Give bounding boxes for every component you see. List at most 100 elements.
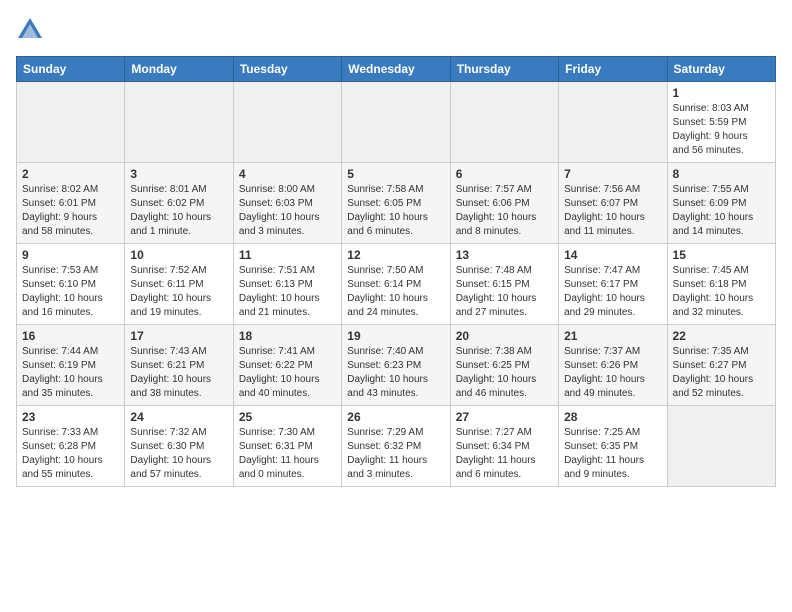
day-number: 17 (130, 329, 227, 343)
day-number: 4 (239, 167, 336, 181)
calendar-cell: 8 Sunrise: 7:55 AM Sunset: 6:09 PM Daylig… (667, 163, 775, 244)
day-number: 27 (456, 410, 553, 424)
calendar-cell: 13 Sunrise: 7:48 AM Sunset: 6:15 PM Dayli… (450, 244, 558, 325)
weekday-header-saturday: Saturday (667, 57, 775, 82)
day-number: 20 (456, 329, 553, 343)
calendar-cell (667, 406, 775, 487)
calendar-cell (450, 82, 558, 163)
day-number: 13 (456, 248, 553, 262)
weekday-header-wednesday: Wednesday (342, 57, 450, 82)
day-number: 25 (239, 410, 336, 424)
calendar-week-3: 16 Sunrise: 7:44 AM Sunset: 6:19 PM Dayli… (17, 325, 776, 406)
day-info: Sunrise: 7:38 AM Sunset: 6:25 PM Dayligh… (456, 345, 553, 401)
day-info: Sunrise: 7:25 AM Sunset: 6:35 PM Dayligh… (564, 426, 661, 482)
calendar-cell: 7 Sunrise: 7:56 AM Sunset: 6:07 PM Daylig… (559, 163, 667, 244)
day-info: Sunrise: 7:51 AM Sunset: 6:13 PM Dayligh… (239, 264, 336, 320)
calendar-header: SundayMondayTuesdayWednesdayThursdayFrid… (17, 57, 776, 82)
calendar-cell: 25Sunrise: 7:30 AM Sunset: 6:31 PM Dayli… (233, 406, 341, 487)
calendar-week-1: 2 Sunrise: 8:02 AM Sunset: 6:01 PM Daylig… (17, 163, 776, 244)
calendar-cell: 6 Sunrise: 7:57 AM Sunset: 6:06 PM Daylig… (450, 163, 558, 244)
calendar-cell: 4 Sunrise: 8:00 AM Sunset: 6:03 PM Daylig… (233, 163, 341, 244)
calendar-cell: 11 Sunrise: 7:51 AM Sunset: 6:13 PM Dayli… (233, 244, 341, 325)
day-info: Sunrise: 7:27 AM Sunset: 6:34 PM Dayligh… (456, 426, 553, 482)
day-info: Sunrise: 7:33 AM Sunset: 6:28 PM Dayligh… (22, 426, 119, 482)
weekday-header-monday: Monday (125, 57, 233, 82)
calendar-cell (559, 82, 667, 163)
day-info: Sunrise: 7:50 AM Sunset: 6:14 PM Dayligh… (347, 264, 444, 320)
calendar-cell: 26Sunrise: 7:29 AM Sunset: 6:32 PM Dayli… (342, 406, 450, 487)
day-info: Sunrise: 7:57 AM Sunset: 6:06 PM Dayligh… (456, 183, 553, 239)
day-number: 9 (22, 248, 119, 262)
day-info: Sunrise: 7:58 AM Sunset: 6:05 PM Dayligh… (347, 183, 444, 239)
calendar-cell: 2 Sunrise: 8:02 AM Sunset: 6:01 PM Daylig… (17, 163, 125, 244)
calendar-cell (233, 82, 341, 163)
calendar-cell: 5 Sunrise: 7:58 AM Sunset: 6:05 PM Daylig… (342, 163, 450, 244)
calendar-table: SundayMondayTuesdayWednesdayThursdayFrid… (16, 56, 776, 487)
calendar-cell: 12 Sunrise: 7:50 AM Sunset: 6:14 PM Dayli… (342, 244, 450, 325)
day-number: 5 (347, 167, 444, 181)
day-info: Sunrise: 7:47 AM Sunset: 6:17 PM Dayligh… (564, 264, 661, 320)
day-info: Sunrise: 7:53 AM Sunset: 6:10 PM Dayligh… (22, 264, 119, 320)
day-info: Sunrise: 7:56 AM Sunset: 6:07 PM Dayligh… (564, 183, 661, 239)
calendar-cell: 1 Sunrise: 8:03 AM Sunset: 5:59 PM Daylig… (667, 82, 775, 163)
calendar-cell: 27 Sunrise: 7:27 AM Sunset: 6:34 PM Dayli… (450, 406, 558, 487)
day-number: 23 (22, 410, 119, 424)
weekday-header-thursday: Thursday (450, 57, 558, 82)
day-info: Sunrise: 8:03 AM Sunset: 5:59 PM Dayligh… (673, 102, 770, 158)
calendar-cell: 24 Sunrise: 7:32 AM Sunset: 6:30 PM Dayli… (125, 406, 233, 487)
calendar-cell: 18Sunrise: 7:41 AM Sunset: 6:22 PM Dayli… (233, 325, 341, 406)
day-number: 3 (130, 167, 227, 181)
day-info: Sunrise: 7:48 AM Sunset: 6:15 PM Dayligh… (456, 264, 553, 320)
day-number: 7 (564, 167, 661, 181)
day-number: 19 (347, 329, 444, 343)
day-number: 12 (347, 248, 444, 262)
day-number: 2 (22, 167, 119, 181)
day-number: 18 (239, 329, 336, 343)
calendar-body: 1 Sunrise: 8:03 AM Sunset: 5:59 PM Daylig… (17, 82, 776, 487)
calendar-cell: 14 Sunrise: 7:47 AM Sunset: 6:17 PM Dayli… (559, 244, 667, 325)
day-number: 10 (130, 248, 227, 262)
calendar-cell: 3 Sunrise: 8:01 AM Sunset: 6:02 PM Daylig… (125, 163, 233, 244)
calendar-cell (17, 82, 125, 163)
day-info: Sunrise: 7:55 AM Sunset: 6:09 PM Dayligh… (673, 183, 770, 239)
day-number: 8 (673, 167, 770, 181)
day-info: Sunrise: 7:43 AM Sunset: 6:21 PM Dayligh… (130, 345, 227, 401)
calendar-week-0: 1 Sunrise: 8:03 AM Sunset: 5:59 PM Daylig… (17, 82, 776, 163)
logo (16, 16, 48, 44)
day-info: Sunrise: 8:00 AM Sunset: 6:03 PM Dayligh… (239, 183, 336, 239)
calendar-cell: 16 Sunrise: 7:44 AM Sunset: 6:19 PM Dayli… (17, 325, 125, 406)
calendar-week-4: 23 Sunrise: 7:33 AM Sunset: 6:28 PM Dayli… (17, 406, 776, 487)
weekday-header-tuesday: Tuesday (233, 57, 341, 82)
day-number: 6 (456, 167, 553, 181)
day-number: 21 (564, 329, 661, 343)
day-info: Sunrise: 7:52 AM Sunset: 6:11 PM Dayligh… (130, 264, 227, 320)
day-number: 11 (239, 248, 336, 262)
calendar-cell: 21 Sunrise: 7:37 AM Sunset: 6:26 PM Dayli… (559, 325, 667, 406)
day-number: 24 (130, 410, 227, 424)
calendar-cell (342, 82, 450, 163)
day-number: 1 (673, 86, 770, 100)
day-number: 14 (564, 248, 661, 262)
calendar-cell: 10 Sunrise: 7:52 AM Sunset: 6:11 PM Dayli… (125, 244, 233, 325)
day-number: 22 (673, 329, 770, 343)
calendar-cell: 20 Sunrise: 7:38 AM Sunset: 6:25 PM Dayli… (450, 325, 558, 406)
calendar-cell: 9 Sunrise: 7:53 AM Sunset: 6:10 PM Daylig… (17, 244, 125, 325)
day-info: Sunrise: 7:45 AM Sunset: 6:18 PM Dayligh… (673, 264, 770, 320)
calendar-cell (125, 82, 233, 163)
calendar-cell: 22 Sunrise: 7:35 AM Sunset: 6:27 PM Dayli… (667, 325, 775, 406)
day-number: 16 (22, 329, 119, 343)
weekday-row: SundayMondayTuesdayWednesdayThursdayFrid… (17, 57, 776, 82)
day-info: Sunrise: 7:37 AM Sunset: 6:26 PM Dayligh… (564, 345, 661, 401)
calendar-cell: 15Sunrise: 7:45 AM Sunset: 6:18 PM Dayli… (667, 244, 775, 325)
day-info: Sunrise: 7:44 AM Sunset: 6:19 PM Dayligh… (22, 345, 119, 401)
day-info: Sunrise: 8:01 AM Sunset: 6:02 PM Dayligh… (130, 183, 227, 239)
day-info: Sunrise: 8:02 AM Sunset: 6:01 PM Dayligh… (22, 183, 119, 239)
day-number: 26 (347, 410, 444, 424)
logo-icon (16, 16, 44, 44)
day-info: Sunrise: 7:32 AM Sunset: 6:30 PM Dayligh… (130, 426, 227, 482)
calendar-cell: 17 Sunrise: 7:43 AM Sunset: 6:21 PM Dayli… (125, 325, 233, 406)
day-info: Sunrise: 7:35 AM Sunset: 6:27 PM Dayligh… (673, 345, 770, 401)
calendar-cell: 23 Sunrise: 7:33 AM Sunset: 6:28 PM Dayli… (17, 406, 125, 487)
calendar-week-2: 9 Sunrise: 7:53 AM Sunset: 6:10 PM Daylig… (17, 244, 776, 325)
weekday-header-sunday: Sunday (17, 57, 125, 82)
